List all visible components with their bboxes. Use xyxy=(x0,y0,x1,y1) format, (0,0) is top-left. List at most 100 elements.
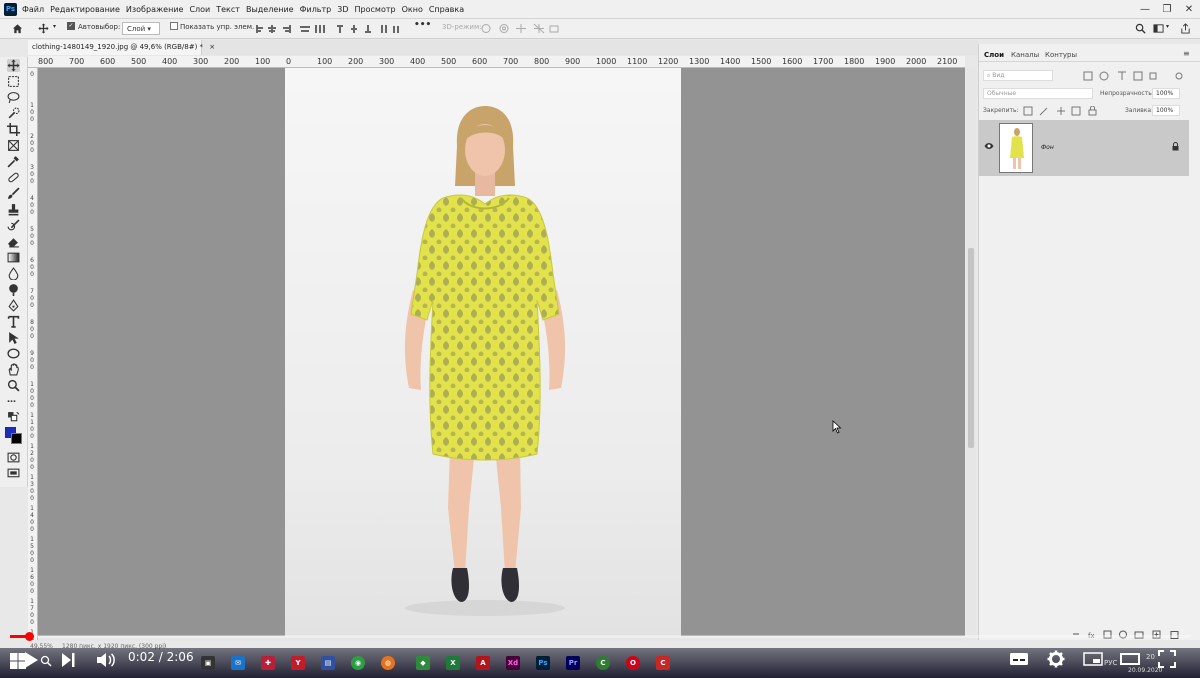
layer-name[interactable]: Фон xyxy=(1041,144,1054,151)
ellipse-tool-icon[interactable] xyxy=(7,347,20,360)
distribute-icons[interactable] xyxy=(335,24,405,34)
menu-item[interactable]: Слои xyxy=(189,5,210,14)
minimize-icon[interactable]: — xyxy=(1134,0,1156,19)
play-icon[interactable] xyxy=(22,650,40,670)
lasso-tool-icon[interactable] xyxy=(7,91,20,104)
subtitles-icon[interactable] xyxy=(1009,652,1029,666)
opera-icon[interactable]: O xyxy=(626,656,640,670)
vertical-scrollbar[interactable] xyxy=(966,68,976,640)
photoshop-taskbar-icon[interactable]: Ps xyxy=(536,656,550,670)
zoom-tool-icon[interactable] xyxy=(7,379,20,392)
canvas-area[interactable] xyxy=(38,68,965,640)
panel-menu-icon[interactable]: ≡ xyxy=(1183,49,1190,58)
video-scrubber[interactable] xyxy=(24,632,34,641)
home-icon[interactable] xyxy=(12,23,23,34)
pen-tool-icon[interactable] xyxy=(7,299,20,312)
brush-tool-icon[interactable] xyxy=(7,187,20,200)
search-icon[interactable] xyxy=(40,655,52,667)
camtasia-icon[interactable]: C xyxy=(596,656,610,670)
crop-tool-icon[interactable] xyxy=(7,123,20,136)
mail-icon[interactable]: ✉ xyxy=(231,656,245,670)
menu-item[interactable]: Окно xyxy=(402,5,423,14)
layer-filter-icons[interactable] xyxy=(1083,71,1183,81)
fullscreen-icon[interactable] xyxy=(1158,650,1176,668)
blur-tool-icon[interactable] xyxy=(7,267,20,280)
more-tools-icon[interactable]: … xyxy=(7,395,20,408)
menu-item[interactable]: Справка xyxy=(429,5,464,14)
yandex-icon[interactable]: Y xyxy=(291,656,305,670)
path-selection-tool-icon[interactable] xyxy=(7,331,20,344)
acrobat-icon[interactable]: A xyxy=(476,656,490,670)
opacity-field[interactable]: 100% xyxy=(1152,88,1180,99)
gift-icon[interactable]: ✚ xyxy=(261,656,275,670)
video-progress-bar[interactable] xyxy=(10,632,1190,641)
more-options-icon[interactable]: ••• xyxy=(414,20,431,30)
green-app-icon[interactable]: ◆ xyxy=(416,656,430,670)
hand-tool-icon[interactable] xyxy=(7,363,20,376)
firefox-icon[interactable]: ◍ xyxy=(381,656,395,670)
theater-mode-icon[interactable] xyxy=(1120,652,1140,666)
premiere-icon[interactable]: Pr xyxy=(566,656,580,670)
clone-stamp-tool-icon[interactable] xyxy=(7,203,20,216)
volume-icon[interactable] xyxy=(95,651,117,669)
floppy-icon[interactable]: ▤ xyxy=(321,656,335,670)
tab-paths[interactable]: Контуры xyxy=(1045,51,1077,59)
miniplayer-icon[interactable] xyxy=(1083,652,1103,666)
dodge-tool-icon[interactable] xyxy=(7,283,20,296)
eye-icon[interactable] xyxy=(984,142,994,150)
autoselect-checkbox[interactable]: ✓ xyxy=(67,22,75,30)
quick-selection-tool-icon[interactable] xyxy=(7,107,20,120)
chrome-icon[interactable]: ◉ xyxy=(351,656,365,670)
lock-icons[interactable] xyxy=(1023,106,1103,116)
align-icons[interactable] xyxy=(255,24,335,34)
screen-mode-icon[interactable] xyxy=(7,467,20,480)
layer-row[interactable]: Фон xyxy=(979,120,1189,176)
menu-item[interactable]: Текст xyxy=(216,5,240,14)
tab-layers[interactable]: Слои xyxy=(984,51,1004,59)
chevron-down-icon[interactable]: ▾ xyxy=(1166,23,1169,30)
blend-mode-select[interactable]: Обычные xyxy=(983,88,1093,99)
move-tool-icon[interactable] xyxy=(7,59,20,72)
share-icon[interactable] xyxy=(1180,23,1191,34)
language-indicator[interactable]: РУС xyxy=(1104,659,1117,667)
default-colors-icon[interactable] xyxy=(7,411,20,424)
menu-item[interactable]: Выделение xyxy=(246,5,294,14)
show-controls-checkbox[interactable] xyxy=(170,22,178,30)
menu-item[interactable]: Файл xyxy=(22,5,44,14)
move-tool-icon[interactable] xyxy=(38,23,49,34)
menu-item[interactable]: Фильтр xyxy=(300,5,332,14)
document-tab[interactable]: clothing-1480149_1920.jpg @ 49,6% (RGB/8… xyxy=(28,40,215,55)
scrollbar-thumb[interactable] xyxy=(968,248,974,448)
excel-icon[interactable]: X xyxy=(446,656,460,670)
workspace-icon[interactable] xyxy=(1153,23,1164,34)
eraser-tool-icon[interactable] xyxy=(7,235,20,248)
quick-mask-icon[interactable] xyxy=(7,451,20,464)
layer-search-field[interactable]: ⌕ Вид xyxy=(983,70,1053,81)
marquee-tool-icon[interactable] xyxy=(7,75,20,88)
close-icon[interactable]: ✕ xyxy=(1178,0,1200,19)
type-tool-icon[interactable] xyxy=(7,315,20,328)
3d-mode-icons[interactable] xyxy=(480,23,560,34)
menu-item[interactable]: 3D xyxy=(337,5,348,14)
adobe-xd-icon[interactable]: Xd xyxy=(506,656,520,670)
search-icon[interactable] xyxy=(1135,23,1146,34)
history-brush-tool-icon[interactable] xyxy=(7,219,20,232)
chevron-down-icon[interactable]: ▾ xyxy=(53,23,56,30)
tab-channels[interactable]: Каналы xyxy=(1011,51,1039,59)
next-video-icon[interactable] xyxy=(60,651,76,669)
close-tab-icon[interactable]: × xyxy=(209,43,215,51)
menu-item[interactable]: Изображение xyxy=(126,5,184,14)
red-app-icon[interactable]: C xyxy=(656,656,670,670)
frame-tool-icon[interactable] xyxy=(7,139,20,152)
fill-field[interactable]: 100% xyxy=(1152,105,1180,116)
restore-icon[interactable]: ❐ xyxy=(1156,0,1178,19)
gradient-tool-icon[interactable] xyxy=(7,251,20,264)
menu-item[interactable]: Редактирование xyxy=(50,5,120,14)
store-icon[interactable]: ▣ xyxy=(201,656,215,670)
autoselect-select[interactable]: Слой ▾ xyxy=(122,22,160,35)
settings-icon[interactable] xyxy=(1047,650,1065,668)
healing-brush-tool-icon[interactable] xyxy=(7,171,20,184)
background-color-swatch[interactable] xyxy=(11,433,22,444)
eyedropper-tool-icon[interactable] xyxy=(7,155,20,168)
menu-item[interactable]: Просмотр xyxy=(355,5,396,14)
